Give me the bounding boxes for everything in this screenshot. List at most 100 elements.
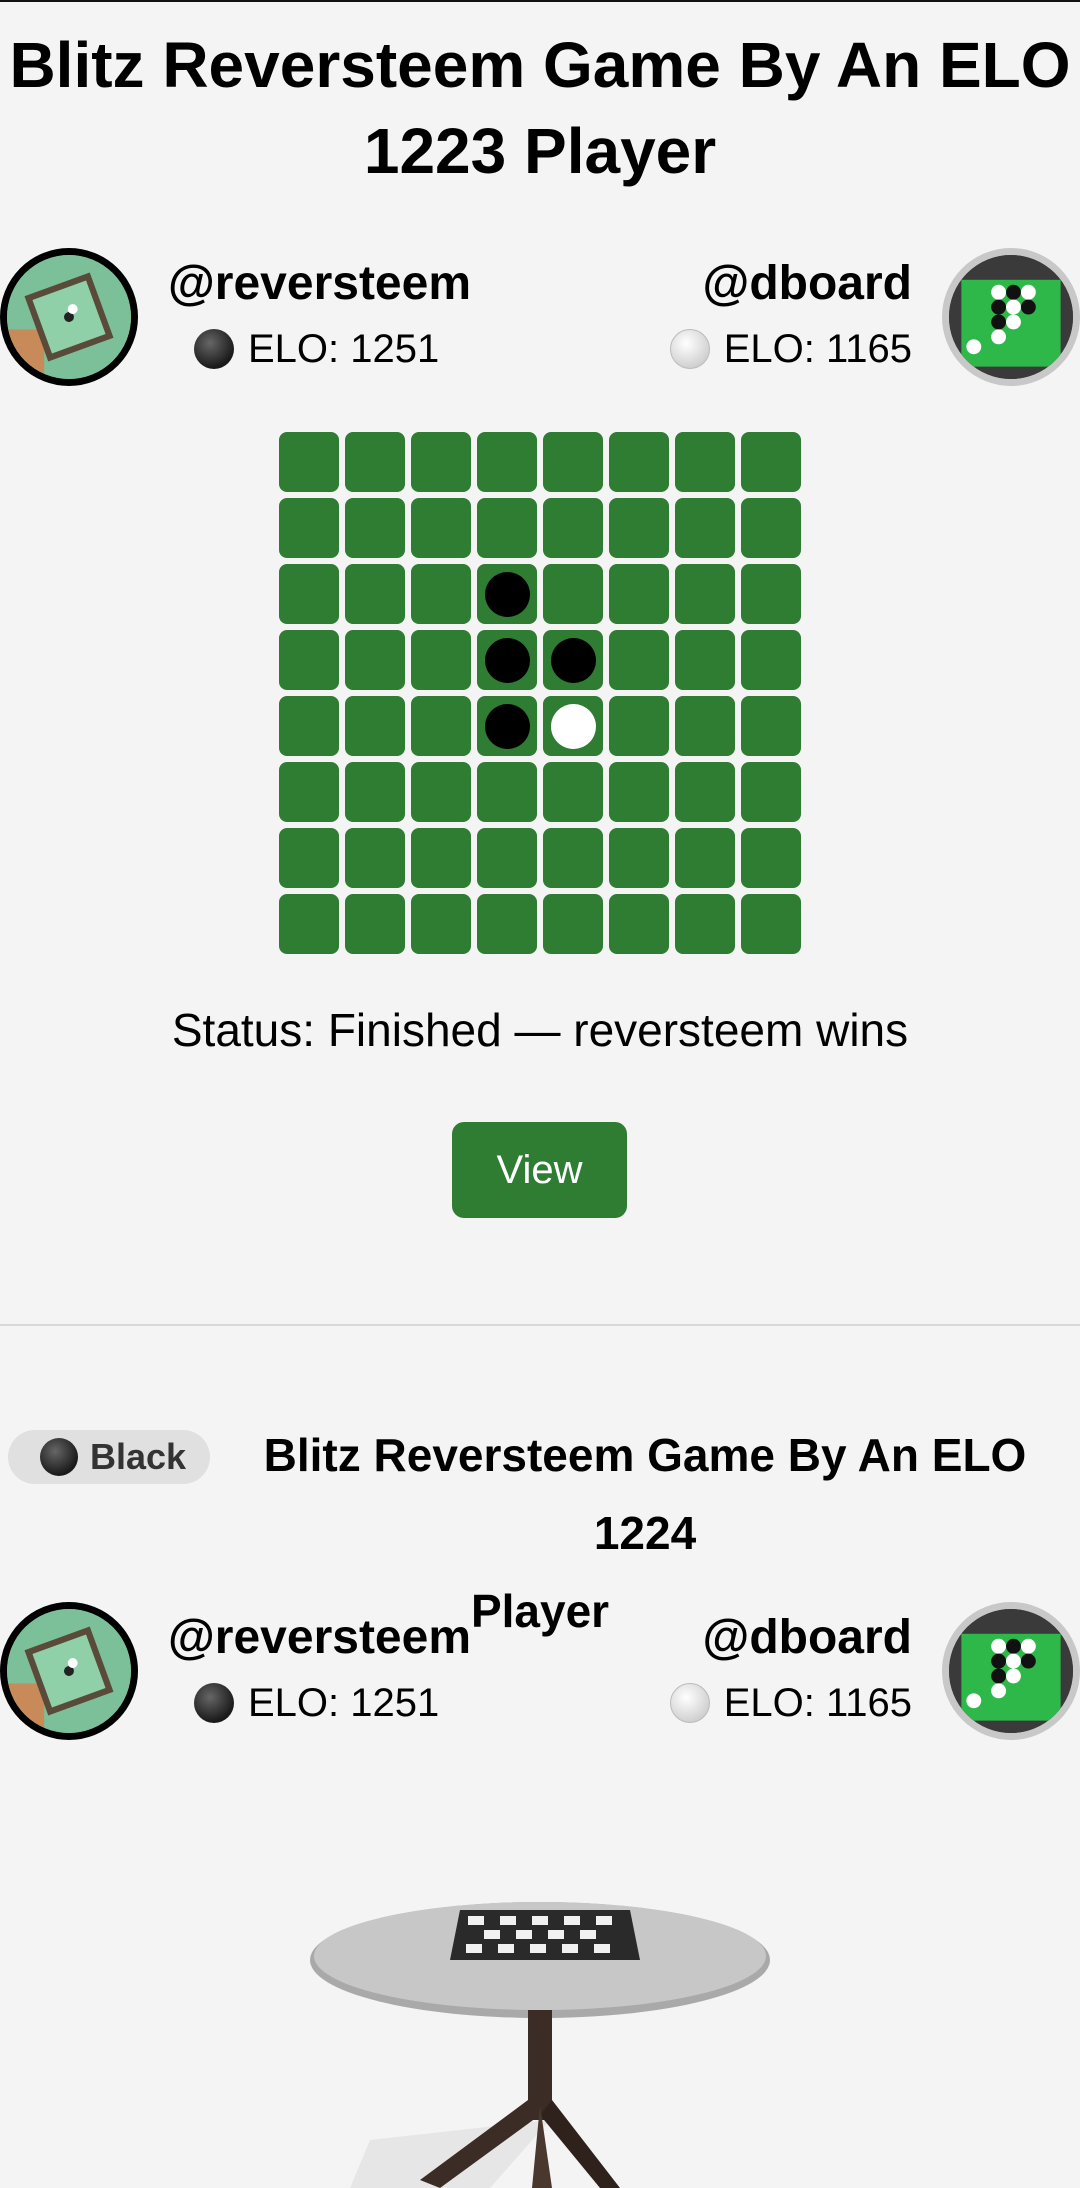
board-cell[interactable] [543,630,603,690]
board-cell[interactable] [345,894,405,954]
board-cell[interactable] [279,432,339,492]
board-cell[interactable] [279,762,339,822]
top-border [0,0,1080,2]
players-row: @reversteem ELO: 1251 @dboard ELO: 1165 [0,1602,1080,1742]
board-cell[interactable] [477,828,537,888]
board-cell[interactable] [675,894,735,954]
game-status: Status: Finished — reversteem wins [171,1004,909,1056]
color-badge: Black [8,1430,210,1484]
board-photo-icon [7,1609,131,1733]
white-player-elo: ELO: 1165 [669,1678,912,1728]
board-cell[interactable] [477,762,537,822]
board-cell[interactable] [609,828,669,888]
board-photo-icon [7,255,131,379]
board-cell[interactable] [411,564,471,624]
board-cell[interactable] [345,564,405,624]
board-cell[interactable] [345,630,405,690]
board-cell[interactable] [279,564,339,624]
board-cell[interactable] [411,630,471,690]
divider [0,1324,1080,1326]
board-cell[interactable] [543,498,603,558]
board-cell[interactable] [411,432,471,492]
board-cell[interactable] [675,828,735,888]
board-cell[interactable] [741,894,801,954]
board-cell[interactable] [345,828,405,888]
black-disc [485,638,530,683]
board-cell[interactable] [477,432,537,492]
white-player-name[interactable]: @dboard [703,254,912,314]
3d-table-scene-image [310,1902,770,2188]
board-cell[interactable] [477,894,537,954]
board-cell[interactable] [741,498,801,558]
board-cell[interactable] [411,498,471,558]
board-cell[interactable] [279,696,339,756]
board-cell[interactable] [411,828,471,888]
board-cell[interactable] [411,762,471,822]
board-cell[interactable] [609,564,669,624]
black-stone-icon [194,329,234,369]
board-cell[interactable] [543,762,603,822]
board-cell[interactable] [675,630,735,690]
board-cell[interactable] [609,762,669,822]
black-player-elo: ELO: 1251 [194,324,439,374]
board-cell[interactable] [675,498,735,558]
board-cell[interactable] [741,432,801,492]
board-cell[interactable] [609,696,669,756]
white-player-name[interactable]: @dboard [703,1608,912,1668]
black-player-name[interactable]: @reversteem [168,254,471,314]
board-cell[interactable] [279,630,339,690]
board-cell[interactable] [609,432,669,492]
board-cell[interactable] [675,564,735,624]
black-player-name[interactable]: @reversteem [168,1608,471,1668]
board-cell[interactable] [477,696,537,756]
othello-board [279,432,801,954]
board-cell[interactable] [741,762,801,822]
board-cell[interactable] [279,894,339,954]
board-cell[interactable] [345,432,405,492]
board-cell[interactable] [543,564,603,624]
black-player-elo: ELO: 1251 [194,1678,439,1728]
board-cell[interactable] [477,630,537,690]
board-cell[interactable] [741,828,801,888]
black-disc [485,704,530,749]
black-player-avatar[interactable] [0,248,138,386]
board-cell[interactable] [411,894,471,954]
black-disc [485,572,530,617]
board-cell[interactable] [279,498,339,558]
black-stone-icon [194,1683,234,1723]
board-cell[interactable] [609,498,669,558]
players-row: @reversteem ELO: 1251 @dboard ELO: 1165 [0,248,1080,388]
board-cell[interactable] [411,696,471,756]
board-cell[interactable] [741,630,801,690]
board-cell[interactable] [675,432,735,492]
view-button[interactable]: View [452,1122,627,1218]
board-cell[interactable] [345,498,405,558]
board-cell[interactable] [609,630,669,690]
board-cell[interactable] [609,894,669,954]
board-cell[interactable] [543,828,603,888]
white-stone-icon [669,1683,710,1723]
board-cell[interactable] [345,762,405,822]
board-cell[interactable] [543,696,603,756]
board-cell[interactable] [477,564,537,624]
board-cell[interactable] [675,696,735,756]
board-cell[interactable] [543,432,603,492]
black-disc [551,638,596,683]
white-player-avatar[interactable] [942,1602,1080,1740]
othello-board-icon [949,1609,1073,1733]
board-cell[interactable] [543,894,603,954]
white-player-elo: ELO: 1165 [669,324,912,374]
black-player-avatar[interactable] [0,1602,138,1740]
board-cell[interactable] [345,696,405,756]
othello-board-icon [949,255,1073,379]
white-stone-icon [669,329,710,369]
black-stone-icon [40,1438,78,1476]
board-cell[interactable] [675,762,735,822]
board-cell[interactable] [477,498,537,558]
white-disc [551,704,596,749]
board-cell[interactable] [279,828,339,888]
board-cell[interactable] [741,696,801,756]
game-title: Blitz Reversteem Game By An ELO 1223 Pla… [9,29,1071,187]
board-cell[interactable] [741,564,801,624]
white-player-avatar[interactable] [942,248,1080,386]
